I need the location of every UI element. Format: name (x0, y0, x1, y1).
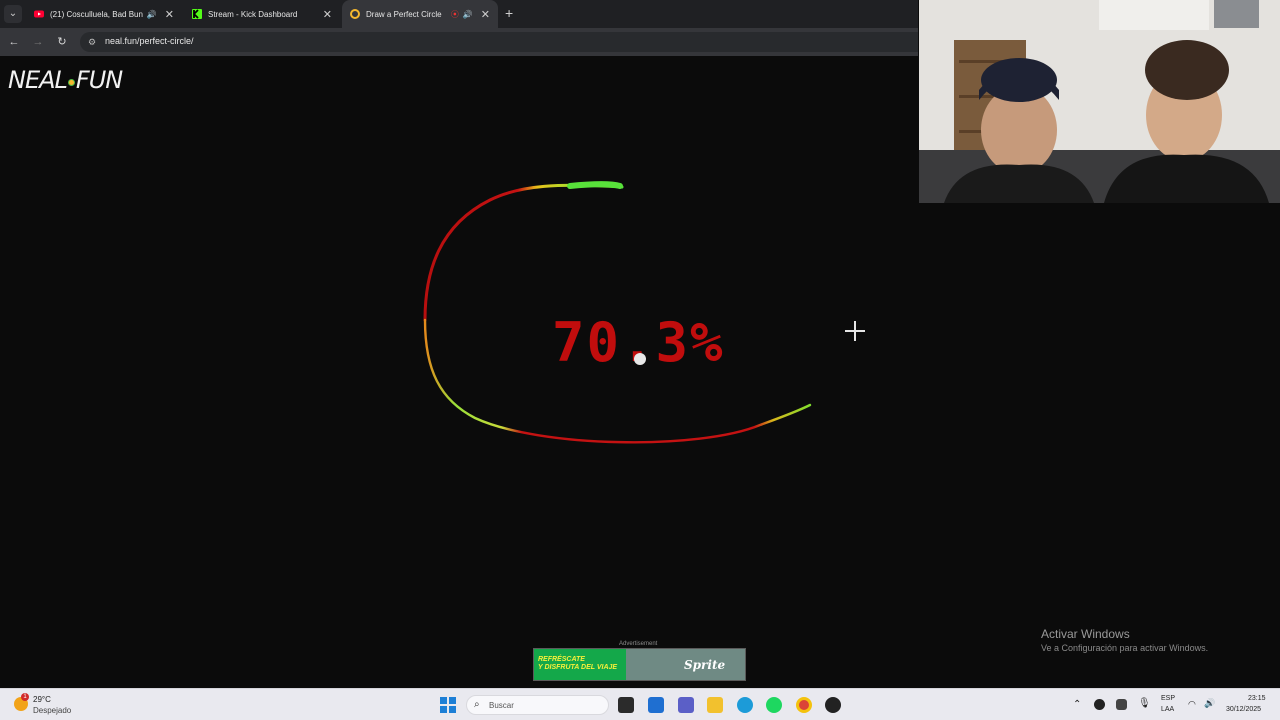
close-tab-icon[interactable]: ✕ (323, 8, 332, 21)
ad-headline: REFRÉSCATE Y DISFRUTA DEL VIAJE (538, 656, 617, 672)
address-bar[interactable]: ⚙ neal.fun/perfect-circle/ (80, 32, 918, 52)
ad-banner[interactable]: REFRÉSCATE Y DISFRUTA DEL VIAJE Sprite (533, 648, 746, 681)
spotify-icon[interactable] (766, 697, 782, 713)
tab-youtube[interactable]: (21) Cosculluela, Bad Bunny 🔊 ✕ (26, 0, 182, 28)
new-tab-button[interactable]: + (505, 5, 513, 21)
url-text: neal.fun/perfect-circle/ (105, 36, 194, 46)
chrome-icon[interactable] (796, 697, 812, 713)
weather-temp[interactable]: 29°C (33, 695, 51, 704)
tab-title: (21) Cosculluela, Bad Bunny (50, 9, 143, 19)
windows-start-icon[interactable] (440, 697, 456, 713)
taskbar-search[interactable]: ⌕ Buscar (466, 695, 609, 715)
tab-search-button[interactable]: ⌄ (4, 5, 22, 23)
volume-icon[interactable]: 🔊 (1204, 698, 1215, 709)
obs-icon[interactable] (825, 697, 841, 713)
tab-perfect-circle[interactable]: Draw a Perfect Circle ⦿ 🔊 ✕ (342, 0, 498, 28)
crosshair-cursor-icon (845, 321, 865, 341)
tab-title: Stream - Kick Dashboard (208, 9, 298, 19)
webcam-overlay (919, 0, 1280, 203)
ad-headline-line2: Y DISFRUTA DEL VIAJE (538, 664, 618, 671)
edge-icon[interactable] (737, 697, 753, 713)
windows-taskbar: 1 29°C Despejado ⌕ Buscar ⌃ 🎙 ESP LAA ◠ … (0, 688, 1280, 720)
tray-sync-icon[interactable] (1116, 699, 1127, 710)
microphone-icon[interactable]: 🎙 (1138, 698, 1151, 709)
tab-strip: ⌄ (21) Cosculluela, Bad Bunny 🔊 ✕ Stream… (0, 0, 918, 28)
recording-icon: ⦿ (450, 9, 459, 19)
kick-icon (192, 9, 202, 19)
ad-headline-line1: REFRÉSCATE (538, 656, 585, 663)
site-info-icon[interactable]: ⚙ (88, 37, 98, 47)
reload-icon[interactable]: ↻ (54, 34, 70, 50)
clock-time[interactable]: 23:15 (1248, 695, 1266, 702)
center-point (634, 353, 646, 365)
tab-kick-dashboard[interactable]: Stream - Kick Dashboard ✕ (184, 0, 340, 28)
ad-label: Advertisement (619, 641, 658, 647)
webcam-feed-image (919, 0, 1280, 203)
search-placeholder: Buscar (489, 701, 514, 710)
browser-toolbar: ← → ↻ ⚙ neal.fun/perfect-circle/ (0, 28, 918, 56)
weather-badge: 1 (21, 693, 29, 701)
ad-brand-logo: Sprite (684, 658, 726, 672)
search-icon: ⌕ (474, 699, 480, 710)
close-tab-icon[interactable]: ✕ (481, 8, 490, 21)
youtube-icon (34, 10, 44, 18)
tray-app-icon[interactable] (1094, 699, 1105, 710)
tab-title: Draw a Perfect Circle (366, 9, 442, 19)
wifi-icon[interactable]: ◠ (1188, 699, 1196, 710)
speaker-icon[interactable]: 🔊 (463, 10, 473, 19)
ad-green-panel: REFRÉSCATE Y DISFRUTA DEL VIAJE (534, 649, 626, 680)
back-icon[interactable]: ← (6, 34, 22, 50)
forward-icon[interactable]: → (30, 34, 46, 50)
language-top[interactable]: ESP (1161, 695, 1175, 702)
stroke-start-blob (567, 181, 623, 189)
clock-date[interactable]: 30/12/2025 (1226, 706, 1261, 713)
file-explorer-icon[interactable] (707, 697, 723, 713)
task-view-icon[interactable] (618, 697, 634, 713)
close-tab-icon[interactable]: ✕ (165, 8, 174, 21)
activation-watermark-title: Activar Windows (1041, 627, 1130, 641)
activation-watermark-subtitle: Ve a Configuración para activar Windows. (1041, 643, 1209, 653)
tray-overflow-icon[interactable]: ⌃ (1073, 699, 1081, 710)
language-bottom[interactable]: LAA (1161, 706, 1174, 713)
stroke-top-segment (423, 183, 624, 322)
outlook-icon[interactable] (648, 697, 664, 713)
teams-icon[interactable] (678, 697, 694, 713)
weather-condition[interactable]: Despejado (33, 706, 71, 715)
chrome-circle-icon (350, 9, 360, 19)
speaker-icon[interactable]: 🔊 (147, 10, 157, 19)
